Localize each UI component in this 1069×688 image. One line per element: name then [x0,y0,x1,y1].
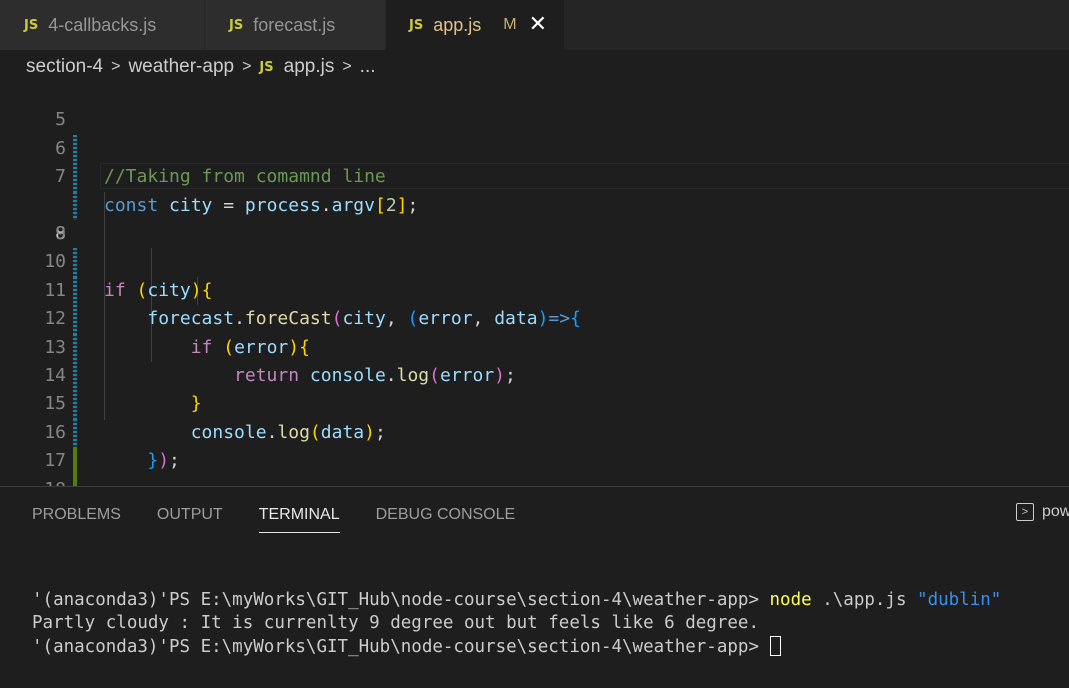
terminal-prompt: '(anaconda3)'PS E:\myWorks\GIT_Hub\node-… [32,589,770,610]
breadcrumb: section-4 > weather-app > JS app.js > ..… [0,50,1069,84]
javascript-file-icon: JS [24,17,39,33]
tab-4-callbacks[interactable]: JS 4-callbacks.js [0,0,205,50]
bottom-panel: PROBLEMS OUTPUT TERMINAL DEBUG CONSOLE >… [0,486,1069,688]
code-line: 9 [0,192,1069,277]
chevron-right-icon: > [242,58,252,75]
breadcrumb-item-weather-app[interactable]: weather-app [128,56,234,78]
code-line: 19 } [0,476,1069,486]
terminal-cursor [769,635,781,656]
terminal-icon: > [1016,503,1034,521]
panel-tabs: PROBLEMS OUTPUT TERMINAL DEBUG CONSOLE [32,487,551,539]
terminal-selector[interactable]: > pow [1016,503,1069,521]
tab-debug-console[interactable]: DEBUG CONSOLE [376,487,516,539]
terminal-string-argument: "dublin" [917,589,1002,610]
javascript-file-icon: JS [409,17,424,33]
chevron-right-icon: > [342,58,352,75]
code-line: 7 [0,135,1069,220]
javascript-file-icon: JS [229,17,244,33]
code-line: 13 } [0,305,1069,415]
code-line: 12 return console.log(error); [0,277,1069,386]
code-line: 10 forecast.foreCast(city, (error, data)… [0,220,1069,329]
breadcrumb-item-symbols[interactable]: ... [360,56,376,78]
code-line: 15 }); [0,362,1069,471]
breadcrumb-item-app-js[interactable]: app.js [284,56,335,78]
tab-label: app.js [433,14,482,35]
tab-terminal[interactable]: TERMINAL [258,487,340,539]
tab-forecast[interactable]: JS forecast.js [205,0,386,50]
javascript-file-icon: JS [259,59,274,75]
code-line-active: 8 if (city){ [0,163,1069,301]
code-line: 5 //Taking from comamnd line [0,84,1069,187]
editor-tab-bar: JS 4-callbacks.js JS forecast.js JS app.… [0,0,1069,50]
current-line-highlight [100,163,1069,190]
breadcrumb-item-section-4[interactable]: section-4 [26,56,103,78]
code-line: 11 if (error){ [0,248,1069,358]
code-line: 17 }else{ [0,419,1069,486]
terminal-command: node [769,589,812,610]
code-editor[interactable]: 5 //Taking from comamnd line 6 const cit… [0,84,1069,486]
code-line: 16 [0,390,1069,476]
tab-label: forecast.js [253,14,336,35]
tab-app[interactable]: JS app.js M ✕ [386,0,565,50]
code-line: 14 console.log(data); [0,334,1069,443]
modified-indicator: M [503,16,517,33]
terminal-output-line: Partly cloudy : It is currenlty 9 degree… [32,613,759,633]
tab-output[interactable]: OUTPUT [157,487,223,539]
code-line: 6 const city = process.argv[2]; [0,106,1069,216]
chevron-right-icon: > [111,58,121,75]
terminal-selector-label: pow [1042,503,1069,520]
code-line: 18 console.log("pass the city name as co… [0,447,1069,486]
tab-problems[interactable]: PROBLEMS [32,487,121,539]
terminal-output[interactable]: '(anaconda3)'PS E:\myWorks\GIT_Hub\node-… [32,565,1001,683]
terminal-prompt: '(anaconda3)'PS E:\myWorks\GIT_Hub\node-… [32,636,770,657]
close-icon[interactable]: ✕ [529,14,547,36]
tab-label: 4-callbacks.js [48,14,157,35]
terminal-argument: .\app.js [811,589,918,610]
